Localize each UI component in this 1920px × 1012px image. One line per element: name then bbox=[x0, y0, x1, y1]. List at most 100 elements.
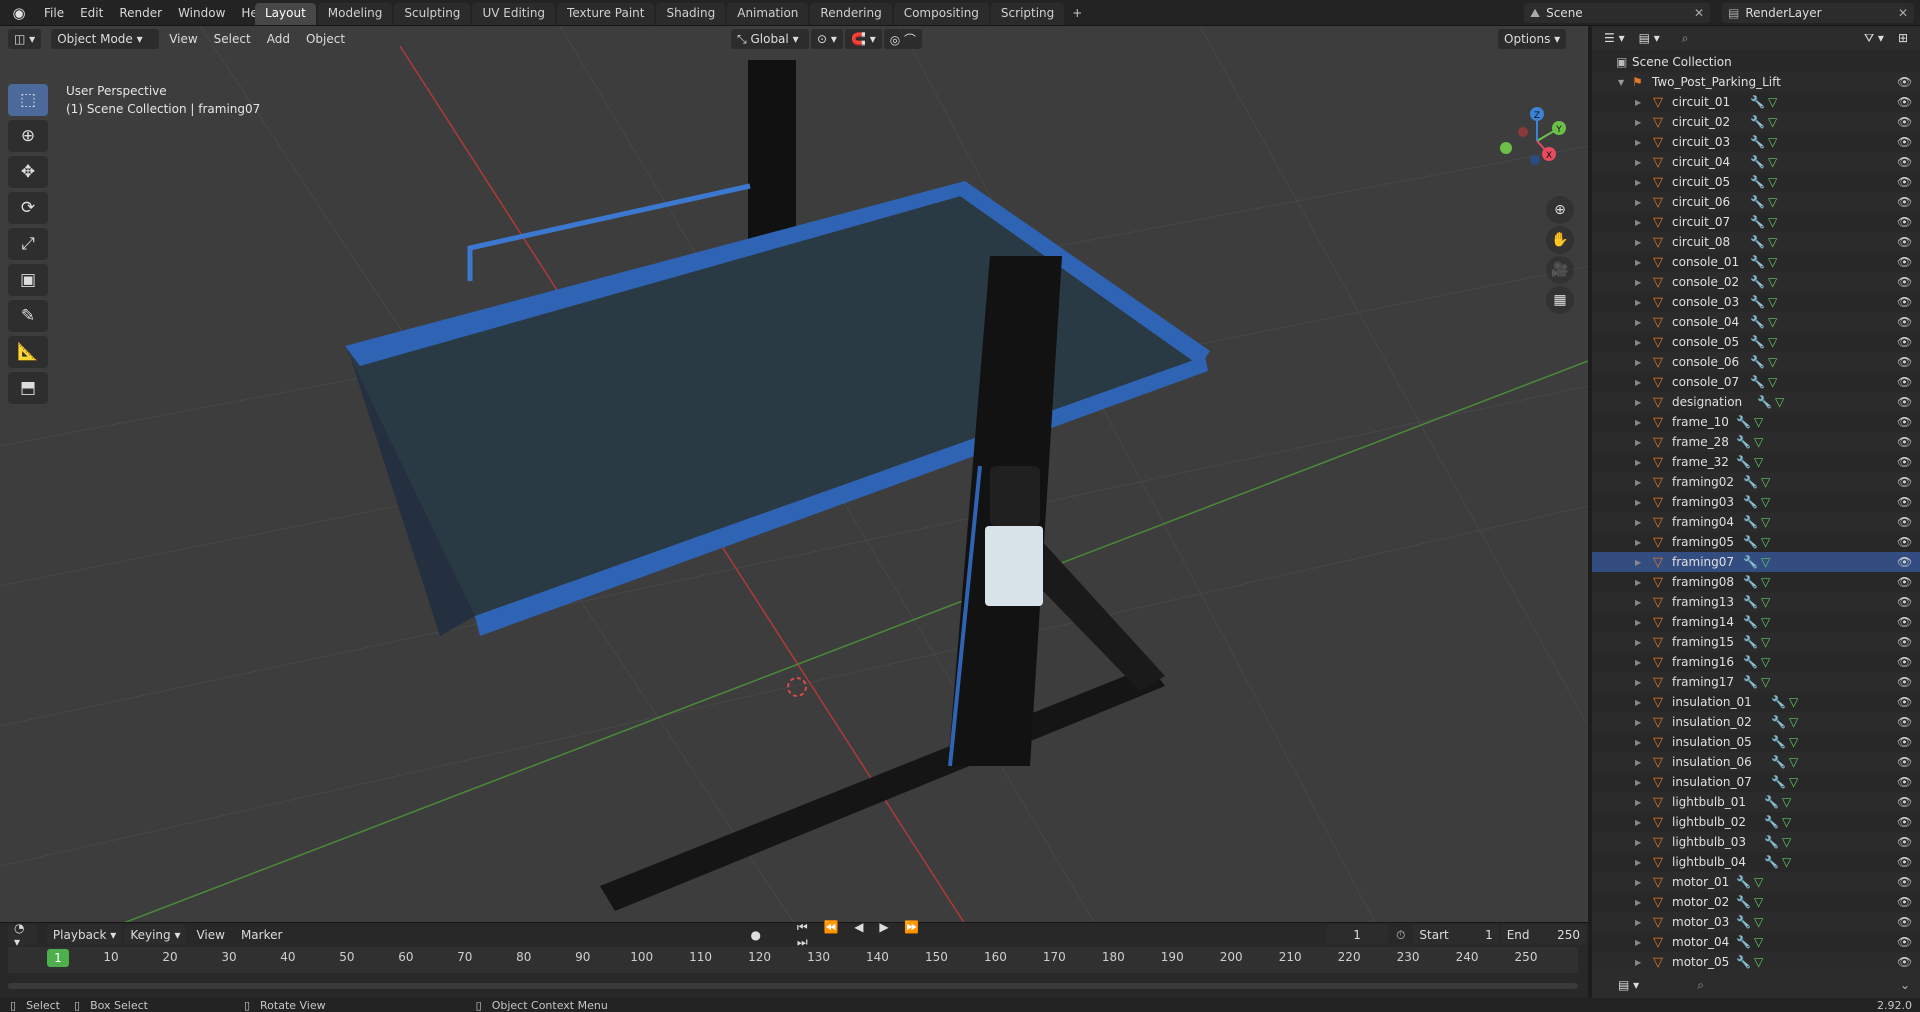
mesh-data-icon[interactable]: ▽ bbox=[1768, 255, 1777, 269]
add-cube-tool-icon[interactable]: ⬒ bbox=[8, 372, 48, 404]
editor-type-button[interactable]: ◔ ▾ bbox=[8, 921, 37, 949]
modifier-wrench-icon[interactable]: 🔧 bbox=[1736, 955, 1751, 969]
mode-dropdown[interactable]: Object Mode ▾ bbox=[51, 29, 160, 49]
menu-add[interactable]: Add bbox=[259, 32, 298, 46]
modifier-wrench-icon[interactable]: 🔧 bbox=[1750, 335, 1765, 349]
blender-logo-icon[interactable]: ◉ bbox=[8, 2, 30, 24]
eye-icon[interactable]: 👁 bbox=[1897, 195, 1912, 209]
current-frame-field[interactable]: 1 bbox=[1326, 925, 1389, 945]
timeline-scrollbar[interactable] bbox=[8, 983, 1578, 989]
modifier-wrench-icon[interactable]: 🔧 bbox=[1750, 115, 1765, 129]
modifier-wrench-icon[interactable]: 🔧 bbox=[1743, 635, 1758, 649]
eye-icon[interactable]: 👁 bbox=[1897, 875, 1912, 889]
orientation-dropdown[interactable]: ⤡ Global ▾ bbox=[731, 29, 810, 49]
end-frame-field[interactable]: End 250 bbox=[1500, 925, 1586, 945]
tab-shading[interactable]: Shading bbox=[656, 3, 726, 25]
chevron-right-icon[interactable]: ▶ bbox=[1635, 378, 1641, 387]
modifier-wrench-icon[interactable]: 🔧 bbox=[1743, 615, 1758, 629]
modifier-wrench-icon[interactable]: 🔧 bbox=[1736, 895, 1751, 909]
eye-icon[interactable]: 👁 bbox=[1897, 275, 1912, 289]
mesh-data-icon[interactable]: ▽ bbox=[1782, 795, 1791, 809]
menu-view[interactable]: View bbox=[188, 928, 232, 942]
chevron-right-icon[interactable]: ▶ bbox=[1635, 498, 1641, 507]
modifier-wrench-icon[interactable]: 🔧 bbox=[1771, 695, 1786, 709]
chevron-right-icon[interactable]: ▶ bbox=[1635, 558, 1641, 567]
modifier-wrench-icon[interactable]: 🔧 bbox=[1750, 135, 1765, 149]
outliner-row-object[interactable]: ▶ ▽ console_04 🔧 ▽ 👁 bbox=[1592, 312, 1920, 332]
outliner-row-object[interactable]: ▶ ▽ console_05 🔧 ▽ 👁 bbox=[1592, 332, 1920, 352]
tab-scripting[interactable]: Scripting bbox=[990, 3, 1065, 25]
outliner-row-object[interactable]: ▶ ▽ framing15 🔧 ▽ 👁 bbox=[1592, 632, 1920, 652]
mesh-data-icon[interactable]: ▽ bbox=[1761, 495, 1770, 509]
tab-animation[interactable]: Animation bbox=[727, 3, 809, 25]
chevron-right-icon[interactable]: ▶ bbox=[1635, 798, 1641, 807]
mesh-data-icon[interactable]: ▽ bbox=[1768, 195, 1777, 209]
chevron-right-icon[interactable]: ▶ bbox=[1635, 98, 1641, 107]
eye-icon[interactable]: 👁 bbox=[1897, 215, 1912, 229]
chevron-right-icon[interactable]: ▶ bbox=[1635, 518, 1641, 527]
outliner-row-object[interactable]: ▶ ▽ console_06 🔧 ▽ 👁 bbox=[1592, 352, 1920, 372]
mesh-data-icon[interactable]: ▽ bbox=[1782, 835, 1791, 849]
mesh-data-icon[interactable]: ▽ bbox=[1768, 95, 1777, 109]
eye-icon[interactable]: 👁 bbox=[1897, 75, 1912, 89]
chevron-right-icon[interactable]: ▶ bbox=[1635, 838, 1641, 847]
outliner-row-object[interactable]: ▶ ▽ circuit_02 🔧 ▽ 👁 bbox=[1592, 112, 1920, 132]
eye-icon[interactable]: 👁 bbox=[1897, 535, 1912, 549]
chevron-right-icon[interactable]: ▶ bbox=[1635, 918, 1641, 927]
modifier-wrench-icon[interactable]: 🔧 bbox=[1736, 915, 1751, 929]
outliner-row-object[interactable]: ▶ ▽ frame_32 🔧 ▽ 👁 bbox=[1592, 452, 1920, 472]
outliner-row-object[interactable]: ▶ ▽ insulation_07 🔧 ▽ 👁 bbox=[1592, 772, 1920, 792]
modifier-wrench-icon[interactable]: 🔧 bbox=[1736, 435, 1751, 449]
eye-icon[interactable]: 👁 bbox=[1897, 575, 1912, 589]
editor-type-button[interactable]: ◫ ▾ bbox=[8, 29, 42, 49]
modifier-wrench-icon[interactable]: 🔧 bbox=[1750, 195, 1765, 209]
outliner-row-object[interactable]: ▶ ▽ console_01 🔧 ▽ 👁 bbox=[1592, 252, 1920, 272]
eye-icon[interactable]: 👁 bbox=[1897, 435, 1912, 449]
modifier-wrench-icon[interactable]: 🔧 bbox=[1750, 175, 1765, 189]
outliner-row-object[interactable]: ▶ ▽ motor_04 🔧 ▽ 👁 bbox=[1592, 932, 1920, 952]
mesh-data-icon[interactable]: ▽ bbox=[1754, 935, 1763, 949]
mesh-data-icon[interactable]: ▽ bbox=[1768, 375, 1777, 389]
chevron-right-icon[interactable]: ▶ bbox=[1635, 278, 1641, 287]
eye-icon[interactable]: 👁 bbox=[1897, 235, 1912, 249]
eye-icon[interactable]: 👁 bbox=[1897, 315, 1912, 329]
mesh-data-icon[interactable]: ▽ bbox=[1768, 115, 1777, 129]
eye-icon[interactable]: 👁 bbox=[1897, 595, 1912, 609]
outliner-row-object[interactable]: ▶ ▽ framing03 🔧 ▽ 👁 bbox=[1592, 492, 1920, 512]
eye-icon[interactable]: 👁 bbox=[1897, 715, 1912, 729]
tab-layout[interactable]: Layout bbox=[255, 3, 316, 25]
chevron-right-icon[interactable]: ▶ bbox=[1635, 778, 1641, 787]
navigation-gizmo[interactable]: Y Z X bbox=[1492, 96, 1582, 186]
chevron-right-icon[interactable]: ▶ bbox=[1635, 418, 1641, 427]
mesh-data-icon[interactable]: ▽ bbox=[1754, 895, 1763, 909]
gizmo-neg-z[interactable] bbox=[1530, 155, 1540, 165]
eye-icon[interactable]: 👁 bbox=[1897, 915, 1912, 929]
eye-icon[interactable]: 👁 bbox=[1897, 635, 1912, 649]
chevron-right-icon[interactable]: ▶ bbox=[1635, 878, 1641, 887]
chevron-right-icon[interactable]: ▶ bbox=[1635, 538, 1641, 547]
chevron-right-icon[interactable]: ▶ bbox=[1635, 758, 1641, 767]
eye-icon[interactable]: 👁 bbox=[1897, 955, 1912, 969]
outliner-row-object[interactable]: ▶ ▽ circuit_03 🔧 ▽ 👁 bbox=[1592, 132, 1920, 152]
mesh-data-icon[interactable]: ▽ bbox=[1768, 295, 1777, 309]
modifier-wrench-icon[interactable]: 🔧 bbox=[1743, 515, 1758, 529]
eye-icon[interactable]: 👁 bbox=[1897, 815, 1912, 829]
outliner-row-object[interactable]: ▶ ▽ motor_03 🔧 ▽ 👁 bbox=[1592, 912, 1920, 932]
mesh-data-icon[interactable]: ▽ bbox=[1754, 915, 1763, 929]
chevron-right-icon[interactable]: ▶ bbox=[1635, 858, 1641, 867]
outliner-row-scene-collection[interactable]: ▣ Scene Collection bbox=[1592, 52, 1920, 72]
eye-icon[interactable]: 👁 bbox=[1897, 355, 1912, 369]
modifier-wrench-icon[interactable]: 🔧 bbox=[1743, 595, 1758, 609]
mesh-data-icon[interactable]: ▽ bbox=[1789, 735, 1798, 749]
outliner-row-object[interactable]: ▶ ▽ circuit_07 🔧 ▽ 👁 bbox=[1592, 212, 1920, 232]
eye-icon[interactable]: 👁 bbox=[1897, 515, 1912, 529]
cursor-tool-icon[interactable]: ⊕ bbox=[8, 120, 48, 152]
chevron-right-icon[interactable]: ▶ bbox=[1635, 458, 1641, 467]
new-collection-icon[interactable]: ⊞ bbox=[1891, 28, 1914, 48]
eye-icon[interactable]: 👁 bbox=[1897, 415, 1912, 429]
modifier-wrench-icon[interactable]: 🔧 bbox=[1743, 675, 1758, 689]
chevron-right-icon[interactable]: ▶ bbox=[1635, 298, 1641, 307]
outliner-row-object[interactable]: ▶ ▽ circuit_01 🔧 ▽ 👁 bbox=[1592, 92, 1920, 112]
scale-tool-icon[interactable]: ⤢ bbox=[8, 228, 48, 260]
outliner-row-object[interactable]: ▶ ▽ framing04 🔧 ▽ 👁 bbox=[1592, 512, 1920, 532]
